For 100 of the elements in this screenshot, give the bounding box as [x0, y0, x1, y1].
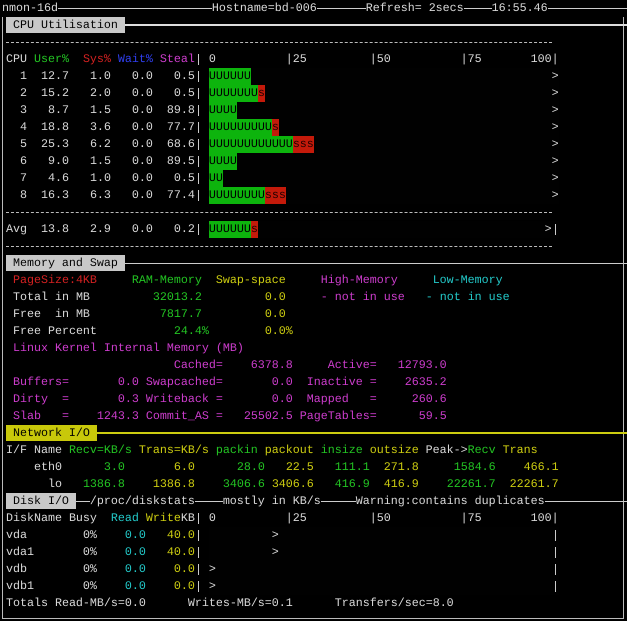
column-header: Peak->	[426, 442, 468, 459]
cpu-number: 5	[20, 136, 27, 153]
stat-value: 1243.3	[96, 408, 139, 425]
table-cell: 3.6	[90, 119, 111, 136]
table-cell: 0%	[82, 561, 97, 578]
table-cell: 2.9	[90, 221, 111, 238]
table-cell: 1.0	[90, 170, 111, 187]
table-cell: 1386.8	[82, 476, 125, 493]
table-cell: 0%	[82, 544, 97, 561]
table-cell: 3406.6	[222, 476, 265, 493]
system-bar: sss	[292, 136, 314, 153]
table-cell: 0.0	[132, 153, 153, 170]
table-cell: 0.5	[174, 85, 195, 102]
stat-value: 260.6	[412, 391, 447, 408]
table-cell: 0.0	[132, 221, 153, 238]
user-bar: UUUUUUUUUUUU	[208, 136, 293, 153]
stat-label: Mapped =	[306, 391, 377, 408]
row-label: Free Percent	[12, 323, 97, 340]
section-title: Disk I/O	[6, 493, 76, 509]
user-bar: UUUU	[208, 153, 237, 170]
table-cell: 3.0	[104, 459, 125, 476]
table-cell: 24.4%	[174, 323, 209, 340]
scale-label: |75	[460, 51, 482, 68]
stat-value: 0.0	[118, 374, 139, 391]
table-cell: 68.6	[166, 136, 195, 153]
table-cell: 89.5	[166, 153, 195, 170]
table-cell: - not in use	[426, 289, 510, 306]
stat-label: Cached=	[174, 357, 223, 374]
table-cell: 6.0	[174, 459, 195, 476]
column-header: Trans=KB/s	[138, 442, 209, 459]
row-label: Total in MB	[12, 289, 90, 306]
column-header: packout	[264, 442, 314, 459]
stat-value: 6378.8	[250, 357, 293, 374]
disk-name: vda	[6, 527, 27, 544]
stat-label: Active=	[328, 357, 377, 374]
table-cell: 2.0	[90, 85, 111, 102]
table-cell: 0.0	[132, 102, 153, 119]
stat-value: 0.3	[118, 391, 139, 408]
table-cell: 77.4	[166, 187, 195, 204]
scale-label: 100|	[530, 510, 559, 527]
scale-label: 0	[208, 510, 216, 527]
stat-value: 12793.0	[398, 357, 447, 374]
column-header: packin	[216, 442, 258, 459]
stat-label: Dirty =	[12, 391, 69, 408]
table-cell: 40.0	[166, 527, 195, 544]
stat-label: PageTables=	[300, 408, 377, 425]
table-cell: 25.3	[40, 136, 69, 153]
cpu-number: 4	[20, 119, 27, 136]
section-title: Memory and Swap	[6, 255, 125, 271]
stat-label: Buffers=	[12, 374, 69, 391]
table-cell: 1584.6	[454, 459, 496, 476]
table-cell: 15.2	[40, 85, 69, 102]
table-cell: 32013.2	[152, 289, 202, 306]
totals-text: Writes-MB/s=0.1	[188, 595, 293, 612]
table-cell: 0.0	[132, 85, 153, 102]
peak-marker: >	[272, 527, 279, 544]
peak-marker: >	[552, 68, 559, 85]
page-size: PageSize:4KB	[12, 272, 97, 289]
table-cell: 0.5	[174, 68, 195, 85]
table-cell: 0.0	[132, 119, 153, 136]
peak-marker: >	[208, 578, 216, 595]
table-cell: 16.3	[40, 187, 69, 204]
cpu-number: 2	[20, 85, 27, 102]
scale-label: 0	[208, 51, 216, 68]
column-header: outsize	[370, 442, 419, 459]
user-bar: UUUUUUU	[208, 85, 258, 102]
column-header: Recv=KB/s	[68, 442, 132, 459]
column-header: DiskName	[6, 510, 62, 527]
clock-time: 16:55.46	[492, 0, 548, 17]
stat-label: Swapcached=	[146, 374, 223, 391]
scale-label: |50	[370, 51, 391, 68]
column-header: Wait%	[118, 51, 153, 68]
refresh-rate: Refresh= 2secs	[366, 0, 464, 17]
user-bar: UUUU	[208, 102, 237, 119]
user-bar: UUUUUU	[208, 221, 251, 238]
table-cell: 0.0	[264, 289, 286, 306]
table-cell: 0%	[82, 578, 97, 595]
caption-text: Warning:contains duplicates	[356, 493, 545, 510]
peak-marker: >	[552, 85, 559, 102]
table-cell: 3406.6	[272, 476, 314, 493]
scale-label: 100|	[530, 51, 559, 68]
cpu-number: 8	[20, 187, 27, 204]
table-cell: 0.5	[174, 170, 195, 187]
table-cell: 89.8	[166, 102, 195, 119]
stat-value: 0.0	[272, 374, 293, 391]
table-cell: 28.0	[236, 459, 265, 476]
table-cell: 1.5	[90, 102, 111, 119]
table-cell: 22261.7	[510, 476, 559, 493]
peak-marker: >	[552, 153, 559, 170]
interface-name: eth0	[34, 459, 62, 476]
column-header: KB	[180, 510, 195, 527]
stat-label: Commit_AS =	[146, 408, 223, 425]
table-cell: 466.1	[524, 459, 559, 476]
column-header: insize	[320, 442, 363, 459]
table-cell: 13.8	[40, 221, 69, 238]
column-header: User%	[34, 51, 69, 68]
column-header: CPU	[6, 51, 27, 68]
program-name: nmon-16d	[2, 0, 58, 17]
disk-name: vdb1	[6, 578, 34, 595]
stat-value: 25502.5	[244, 408, 293, 425]
